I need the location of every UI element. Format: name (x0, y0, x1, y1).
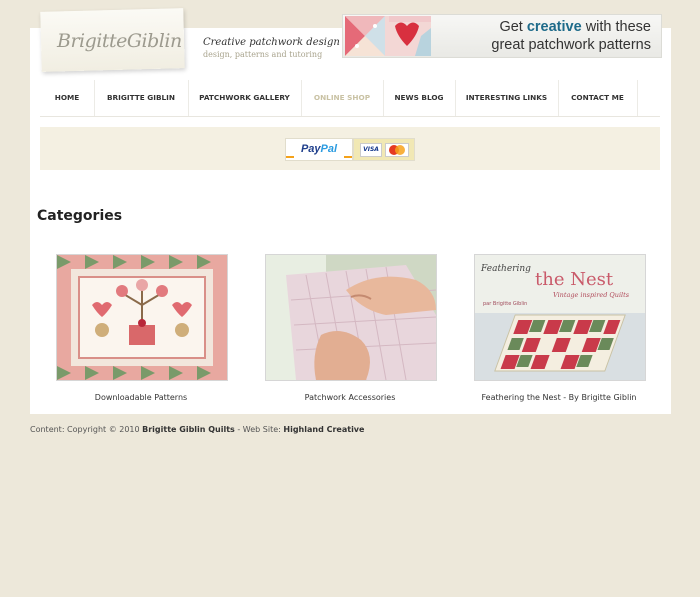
nav-item-contact-me[interactable]: CONTACT ME (558, 80, 638, 116)
paypal-stripe (286, 156, 352, 158)
book-author: par Brigitte Giblin (483, 301, 527, 307)
nav-item-interesting-links[interactable]: INTERESTING LINKS (455, 80, 559, 116)
visa-icon: VISA (360, 143, 382, 157)
category-image-book[interactable]: Feathering the Nest Vintage inspired Qui… (474, 254, 646, 381)
category-link-book[interactable]: Feathering the Nest - By Brigitte Giblin (444, 393, 674, 402)
book-subtitle: Vintage inspired Quilts (553, 291, 630, 299)
category-link-patterns[interactable]: Downloadable Patterns (26, 393, 256, 402)
category-image-patterns[interactable] (56, 254, 228, 381)
tagline-sub: design, patterns and tutoring (203, 50, 323, 59)
banner-highlight: creative (526, 19, 582, 35)
footer-designer-link[interactable]: Highland Creative (283, 425, 364, 434)
book-cover-image: Feathering the Nest Vintage inspired Qui… (475, 255, 645, 380)
categories-heading: Categories (37, 208, 123, 224)
nav-item-patchwork-gallery[interactable]: PATCHWORK GALLERY (188, 80, 302, 116)
tagline: Creative patchwork design (203, 37, 340, 48)
nav-item-news-blog[interactable]: NEWS BLOG (383, 80, 456, 116)
card-logos: VISA (353, 138, 415, 161)
site-logo[interactable]: BrigitteGiblin (57, 30, 182, 52)
category-link-accessories[interactable]: Patchwork Accessories (235, 393, 465, 402)
quilt-pattern-image (57, 255, 227, 380)
mastercard-icon (385, 143, 409, 157)
nav-item-online-shop[interactable]: ONLINE SHOP (301, 80, 384, 116)
promo-banner[interactable]: Get creative with these great patchwork … (342, 14, 662, 58)
quilt-banner-image (345, 16, 431, 56)
paypal-logo[interactable]: PayPal (285, 138, 353, 161)
hands-fabric-image (266, 255, 436, 380)
book-title-a: Feathering (480, 264, 531, 274)
category-image-accessories[interactable] (265, 254, 437, 381)
footer-copyright: Content: Copyright © 2010 (30, 425, 143, 434)
footer: Content: Copyright © 2010 Brigitte Gibli… (30, 425, 364, 434)
footer-separator: - Web Site: (234, 425, 284, 434)
nav-item-brigitte-giblin[interactable]: BRIGITTE GIBLIN (94, 80, 189, 116)
footer-owner-link[interactable]: Brigitte Giblin Quilts (142, 425, 235, 434)
main-nav: HOME BRIGITTE GIBLIN PATCHWORK GALLERY O… (40, 80, 660, 117)
banner-headline: Get creative with these great patchwork … (491, 19, 651, 53)
book-title-b: the Nest (535, 269, 614, 290)
payment-bar: PayPal VISA (40, 127, 660, 170)
nav-item-home[interactable]: HOME (40, 80, 95, 116)
